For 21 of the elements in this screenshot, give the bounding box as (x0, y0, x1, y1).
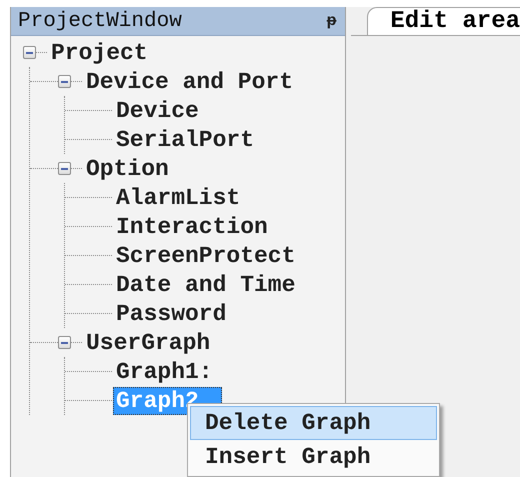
collapse-icon[interactable] (22, 46, 36, 59)
edit-area-tab[interactable]: Edit area (367, 7, 520, 35)
tree-item[interactable]: Device and Port (82, 68, 296, 96)
tree-item[interactable]: SerialPort (112, 126, 258, 154)
tree-item[interactable]: Date and Time (112, 270, 298, 298)
tree-item[interactable]: AlarmList (112, 184, 244, 212)
panel-title: ProjectWindow (18, 10, 182, 32)
pin-icon[interactable]: ᵽ (324, 13, 338, 29)
menu-item[interactable]: Delete Graph (190, 406, 437, 440)
tree-item[interactable]: ScreenProtect (112, 242, 298, 270)
collapse-icon[interactable] (58, 75, 71, 88)
tree-item[interactable]: Device (112, 96, 202, 124)
tree-item[interactable]: Password (112, 300, 230, 328)
tree-item[interactable]: UserGraph (82, 328, 214, 356)
collapse-icon[interactable] (58, 336, 71, 349)
tree-item[interactable]: Option (82, 154, 172, 182)
tree-item[interactable]: Graph1: (112, 358, 216, 386)
tree-item[interactable]: Project (48, 38, 151, 66)
collapse-icon[interactable] (58, 162, 71, 175)
menu-item[interactable]: Insert Graph (190, 440, 437, 474)
tree-item[interactable]: Interaction (112, 212, 271, 240)
